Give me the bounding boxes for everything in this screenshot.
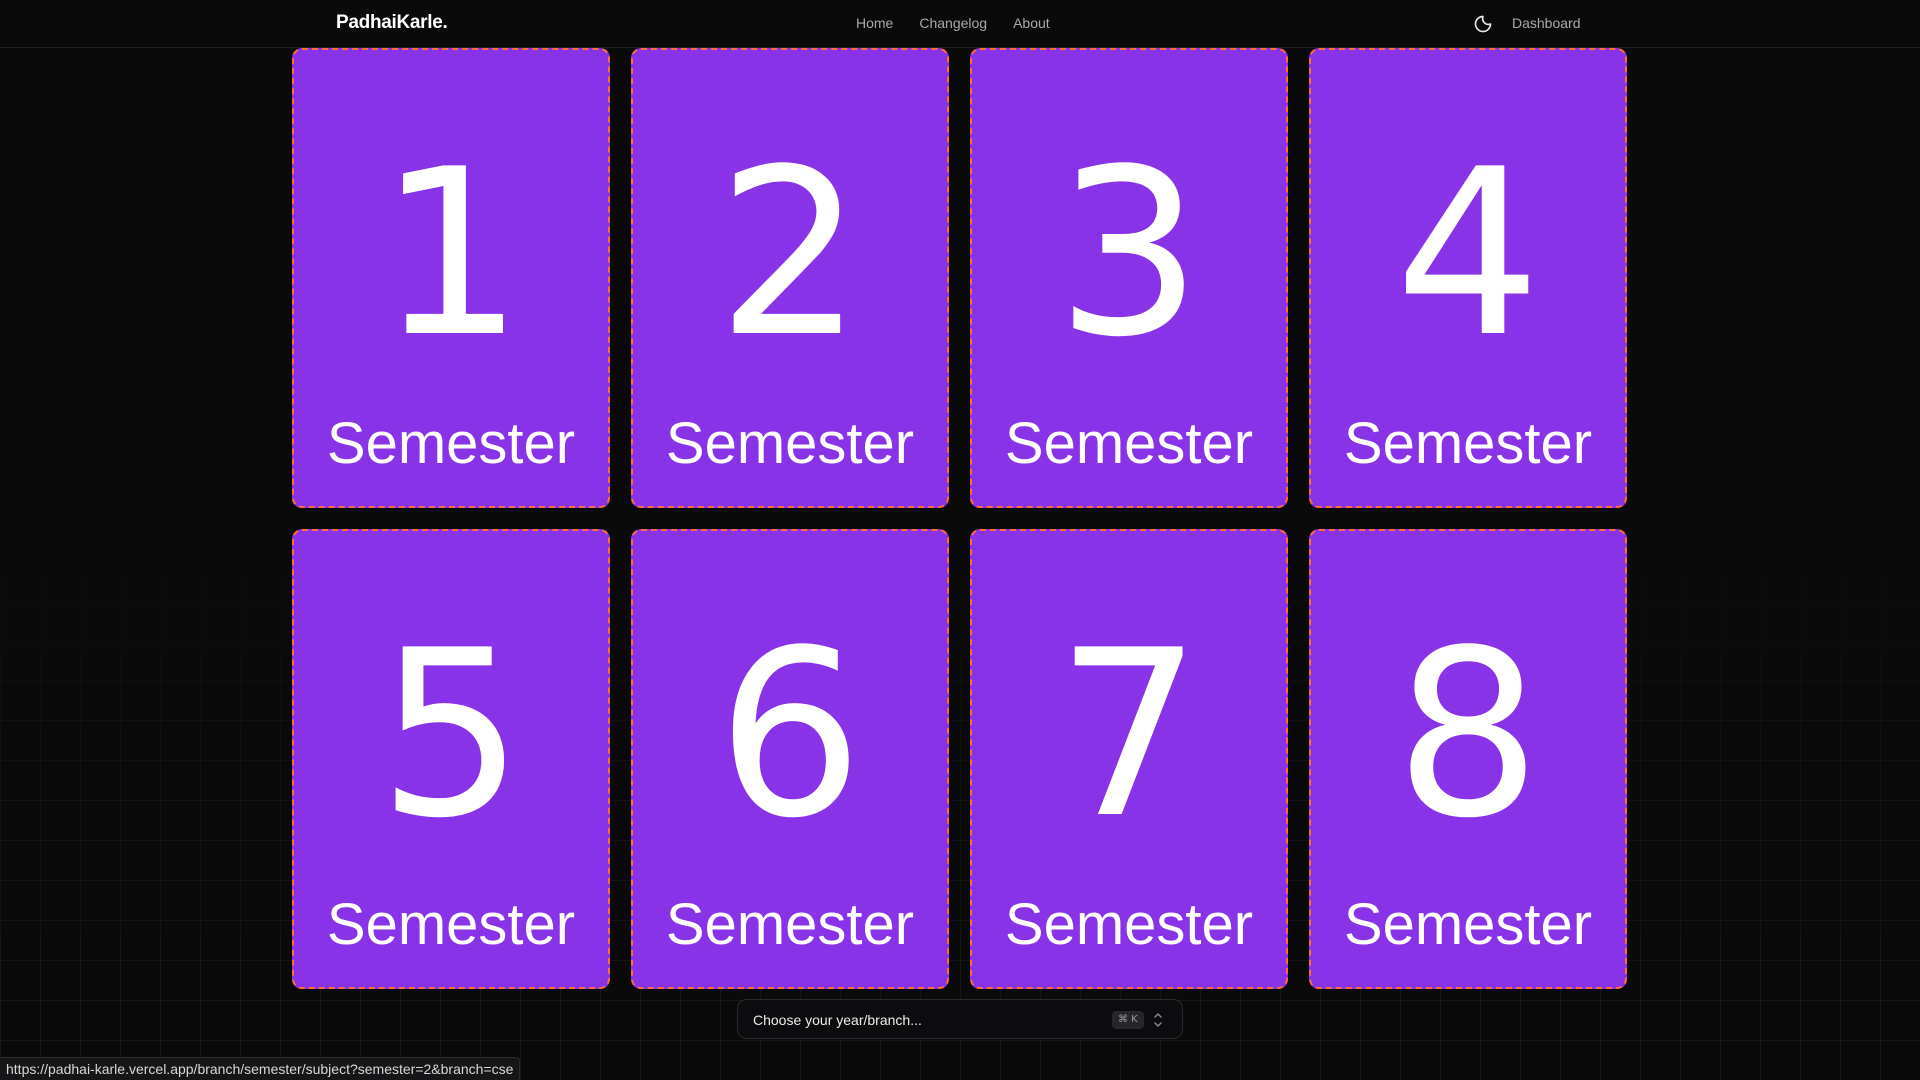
semester-card-1[interactable]: 1 Semester [292, 48, 610, 508]
semester-number: 5 [377, 602, 525, 869]
theme-toggle-button[interactable] [1473, 14, 1493, 34]
semester-number: 3 [1055, 121, 1203, 388]
keyboard-shortcut-badge: ⌘ K [1112, 1011, 1144, 1029]
semester-label: Semester [326, 892, 576, 957]
semester-number: 2 [716, 121, 864, 388]
combobox-placeholder: Choose your year/branch... [753, 1012, 922, 1028]
semester-grid: 1 Semester 2 Semester 3 Semester 4 Semes… [292, 48, 1627, 989]
semester-label: Semester [1343, 892, 1593, 957]
semester-number: 6 [716, 602, 864, 869]
semester-label: Semester [1004, 892, 1254, 957]
semester-card-5[interactable]: 5 Semester [292, 529, 610, 989]
year-branch-combobox[interactable]: Choose your year/branch... ⌘ K [737, 999, 1183, 1039]
semester-card-3[interactable]: 3 Semester [970, 48, 1288, 508]
top-navbar: PadhaiKarle. Home Changelog About Dashbo… [0, 0, 1920, 48]
semester-card-6[interactable]: 6 Semester [631, 529, 949, 989]
semester-label: Semester [1343, 411, 1593, 476]
nav-link-changelog[interactable]: Changelog [919, 15, 987, 31]
semester-label: Semester [665, 892, 915, 957]
brand-logo[interactable]: PadhaiKarle. [336, 12, 448, 34]
semester-number: 4 [1394, 121, 1542, 388]
link-preview-statusbar: https://padhai-karle.vercel.app/branch/s… [0, 1057, 521, 1080]
semester-number: 8 [1394, 602, 1542, 869]
semester-card-7[interactable]: 7 Semester [970, 529, 1288, 989]
semester-number: 7 [1055, 602, 1203, 869]
nav-link-home[interactable]: Home [856, 15, 893, 31]
semester-label: Semester [1004, 411, 1254, 476]
semester-card-2[interactable]: 2 Semester [631, 48, 949, 508]
main-nav: Home Changelog About [856, 15, 1050, 31]
chevrons-up-down-icon [1154, 1013, 1162, 1027]
semester-label: Semester [665, 411, 915, 476]
semester-number: 1 [377, 121, 525, 388]
nav-link-about[interactable]: About [1013, 15, 1050, 31]
dashboard-link[interactable]: Dashboard [1512, 15, 1581, 31]
semester-card-4[interactable]: 4 Semester [1309, 48, 1627, 508]
moon-icon [1474, 15, 1492, 33]
semester-card-8[interactable]: 8 Semester [1309, 529, 1627, 989]
semester-label: Semester [326, 411, 576, 476]
